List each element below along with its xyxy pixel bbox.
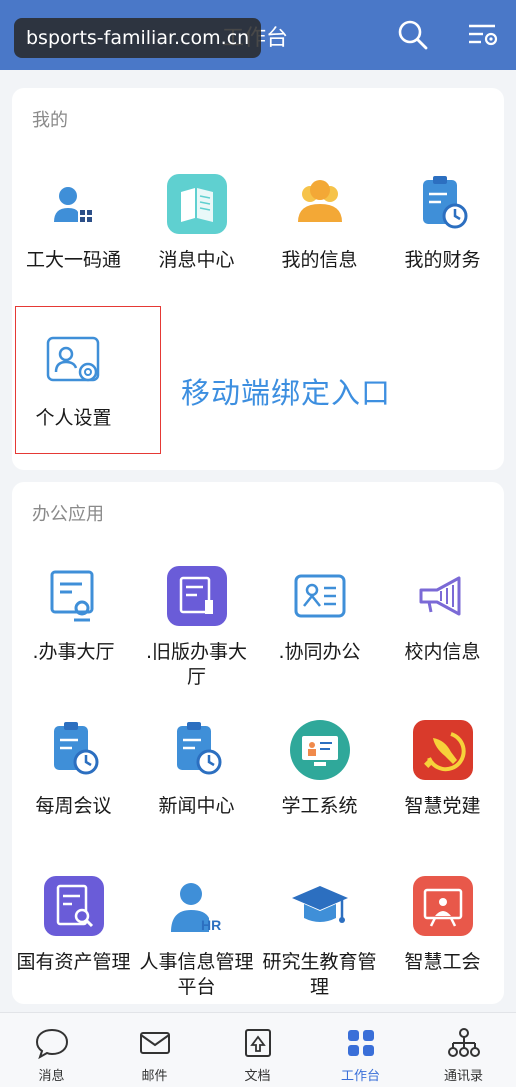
app-label: 智慧工会 [404, 951, 481, 973]
app-state-assets[interactable]: 国有资产管理 [12, 874, 135, 975]
app-label: 每周会议 [35, 795, 112, 817]
app-label: 研究生教育管理 [262, 951, 377, 998]
clipboard-clock-icon [411, 172, 475, 236]
section-title-office: 办公应用 [32, 504, 104, 525]
app-label: 智慧党建 [404, 795, 481, 817]
app-campus-card[interactable]: 工大一码通 [12, 172, 135, 273]
app-old-service-hall[interactable]: .旧版办事大厅 [135, 564, 258, 690]
mobile-binding-annotation: 移动端绑定入口 [181, 376, 392, 410]
nav-label: 通讯录 [443, 1069, 483, 1084]
app-news-center[interactable]: 新闻中心 [135, 718, 258, 819]
nav-label: 消息 [38, 1069, 65, 1084]
app-service-hall[interactable]: .办事大厅 [12, 564, 135, 665]
megaphone-icon [411, 564, 475, 628]
app-weekly-meeting[interactable]: 每周会议 [12, 718, 135, 819]
nav-mail[interactable]: 邮件 [103, 1013, 206, 1087]
app-label: 新闻中心 [158, 795, 235, 817]
message-book-icon [165, 172, 229, 236]
app-label: .办事大厅 [32, 641, 115, 663]
clipboard-clock-icon [42, 718, 106, 782]
qr-user-icon [42, 172, 106, 236]
monitor-teacher-icon [288, 718, 352, 782]
mail-icon [139, 1032, 170, 1054]
settings-menu-icon[interactable] [466, 18, 500, 52]
app-hr-platform[interactable]: HR 人事信息管理平台 [135, 874, 258, 1000]
nav-workbench[interactable]: 工作台 [309, 1013, 412, 1087]
id-card-icon [288, 564, 352, 628]
app-collaborative-office[interactable]: .协同办公 [258, 564, 381, 665]
app-label: 国有资产管理 [16, 951, 131, 973]
app-label: .协同办公 [278, 641, 361, 663]
highlight-frame [15, 306, 161, 454]
document-stamp-icon [42, 564, 106, 628]
chat-bubble-icon [35, 1028, 68, 1060]
office-apps-card: 办公应用 .办事大厅 .旧版办事大厅 .协同办公 校内信息 每周会议 新闻中心 … [12, 482, 504, 1004]
bottom-nav: 消息 邮件 文档 工作台 通讯录 [0, 1012, 516, 1087]
app-label: 校内信息 [404, 641, 481, 663]
party-emblem-icon [411, 718, 475, 782]
document-icon [244, 1029, 271, 1057]
app-graduate-education[interactable]: 研究生教育管理 [258, 874, 381, 1000]
app-message-center[interactable]: 消息中心 [135, 172, 258, 273]
watermark-overlay: bsports-familiar.com.cn [14, 18, 262, 58]
org-chart-icon [447, 1028, 480, 1057]
app-my-info[interactable]: 我的信息 [258, 172, 381, 273]
document-search-icon [42, 874, 106, 938]
app-smart-party[interactable]: 智慧党建 [381, 718, 504, 819]
graduation-cap-icon [288, 874, 352, 938]
nav-label: 工作台 [340, 1069, 380, 1084]
app-student-affairs[interactable]: 学工系统 [258, 718, 381, 819]
grid-icon [347, 1030, 374, 1056]
app-my-finance[interactable]: 我的财务 [381, 172, 504, 273]
app-label: 我的财务 [404, 249, 481, 271]
hr-user-icon: HR [165, 874, 229, 938]
app-label: 人事信息管理平台 [139, 951, 254, 998]
nav-documents[interactable]: 文档 [206, 1013, 309, 1087]
nav-contacts[interactable]: 通讯录 [412, 1013, 515, 1087]
nav-label: 文档 [244, 1069, 271, 1084]
app-label: 学工系统 [281, 795, 358, 817]
app-label: .旧版办事大厅 [145, 641, 248, 688]
users-icon [288, 172, 352, 236]
svg-text:HR: HR [201, 917, 221, 933]
app-label: 消息中心 [158, 249, 235, 271]
form-icon [165, 564, 229, 628]
section-title-my: 我的 [32, 110, 68, 131]
clipboard-clock-icon [165, 718, 229, 782]
app-smart-union[interactable]: 智慧工会 [381, 874, 504, 975]
nav-messages[interactable]: 消息 [0, 1013, 103, 1087]
nav-label: 邮件 [141, 1069, 168, 1084]
app-campus-info[interactable]: 校内信息 [381, 564, 504, 665]
union-board-icon [411, 874, 475, 938]
top-header: 工作台 bsports-familiar.com.cn [0, 0, 516, 70]
app-label: 我的信息 [281, 249, 358, 271]
search-icon[interactable] [396, 18, 430, 52]
app-label: 工大一码通 [25, 249, 121, 271]
